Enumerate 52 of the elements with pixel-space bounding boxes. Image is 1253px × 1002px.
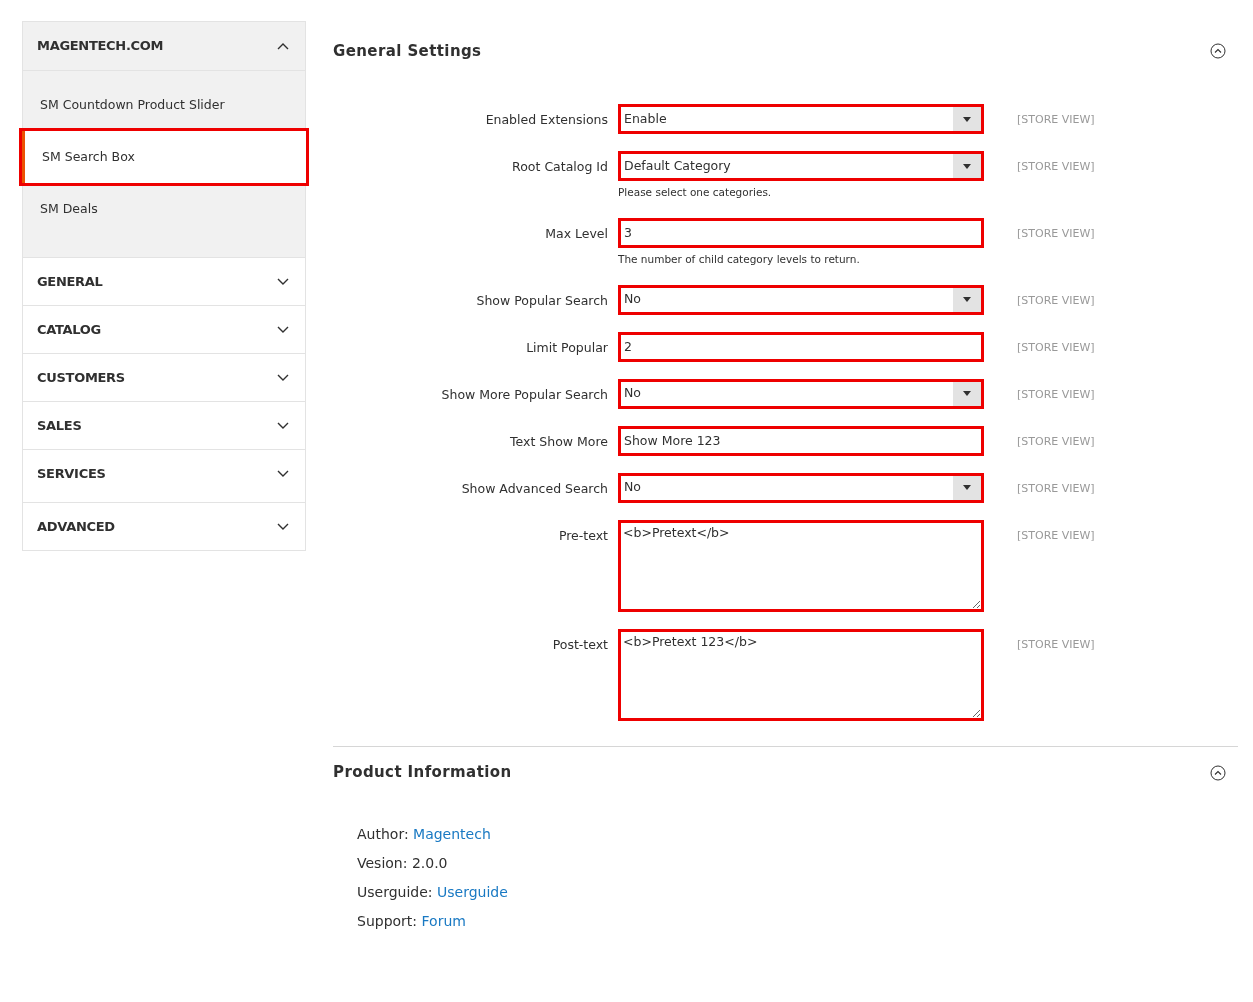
info-link[interactable]: Magentech [413,825,491,842]
select-field[interactable]: Default Category [618,151,984,181]
field-label: Root Catalog Id [511,158,609,176]
dropdown-arrow-icon [963,391,971,396]
collapse-circle-icon[interactable] [1210,764,1226,781]
field-label: Show More Popular Search [440,385,609,404]
field-label: Show Popular Search [475,291,609,310]
sidebar-item[interactable]: SM Search Box [22,131,306,183]
scope-label: [STORE VIEW] [1017,159,1095,175]
section-title[interactable]: General Settings [333,39,482,63]
scope-label: [STORE VIEW] [1017,225,1095,242]
text-area[interactable]: <b>Pretext 123</b> [618,628,984,721]
field-note: Please select one categories. [618,185,773,200]
info-line: Support: Forum [357,911,467,931]
dropdown-arrow-icon [963,163,971,169]
text-field[interactable]: Show More 123 [618,425,984,456]
dropdown-arrow-icon [963,116,971,122]
text-field[interactable]: 2 [618,331,984,362]
sidebar-item[interactable]: SM Deals [23,183,305,235]
field-label: Pre-text [557,526,609,545]
field-label: Post-text [551,635,609,654]
text-area[interactable]: <b>Pretext</b> [618,519,984,612]
scope-label: [STORE VIEW] [1017,339,1095,356]
sidebar-item[interactable]: SM Countdown Product Slider [23,79,305,131]
scope-label: [STORE VIEW] [1017,386,1095,403]
scope-label: [STORE VIEW] [1017,292,1095,309]
info-line: Author: Magentech [357,824,492,844]
select-field[interactable]: No [618,284,984,315]
select-field[interactable]: No [618,378,984,409]
select-field[interactable]: Enable [618,104,984,134]
field-label: Text Show More [509,432,609,451]
scope-label: [STORE VIEW] [1017,112,1095,128]
select-field[interactable]: No [618,472,984,503]
scope-label: [STORE VIEW] [1017,527,1095,544]
info-link[interactable]: Userguide [437,883,508,900]
info-line: Userguide: Userguide [357,882,509,902]
sidebar-section-header[interactable]: MAGENTECH.COM [23,22,305,70]
field-label: Show Advanced Search [460,479,609,498]
info-link[interactable]: Forum [421,912,466,929]
collapse-circle-icon[interactable] [1210,43,1226,59]
field-label: Enabled Extensions [484,111,609,129]
dropdown-arrow-icon [963,485,971,490]
scope-label: [STORE VIEW] [1017,636,1095,653]
section-title[interactable]: Product Information [333,761,512,784]
dropdown-arrow-icon [963,297,971,302]
scope-label: [STORE VIEW] [1017,480,1095,497]
field-note: The number of child category levels to return. [618,251,861,267]
text-field[interactable]: 3 [618,217,984,248]
field-label: Max Level [544,224,609,243]
info-line: Vesion: 2.0.0 [357,853,449,873]
scope-label: [STORE VIEW] [1017,433,1095,450]
field-label: Limit Popular [525,338,609,357]
